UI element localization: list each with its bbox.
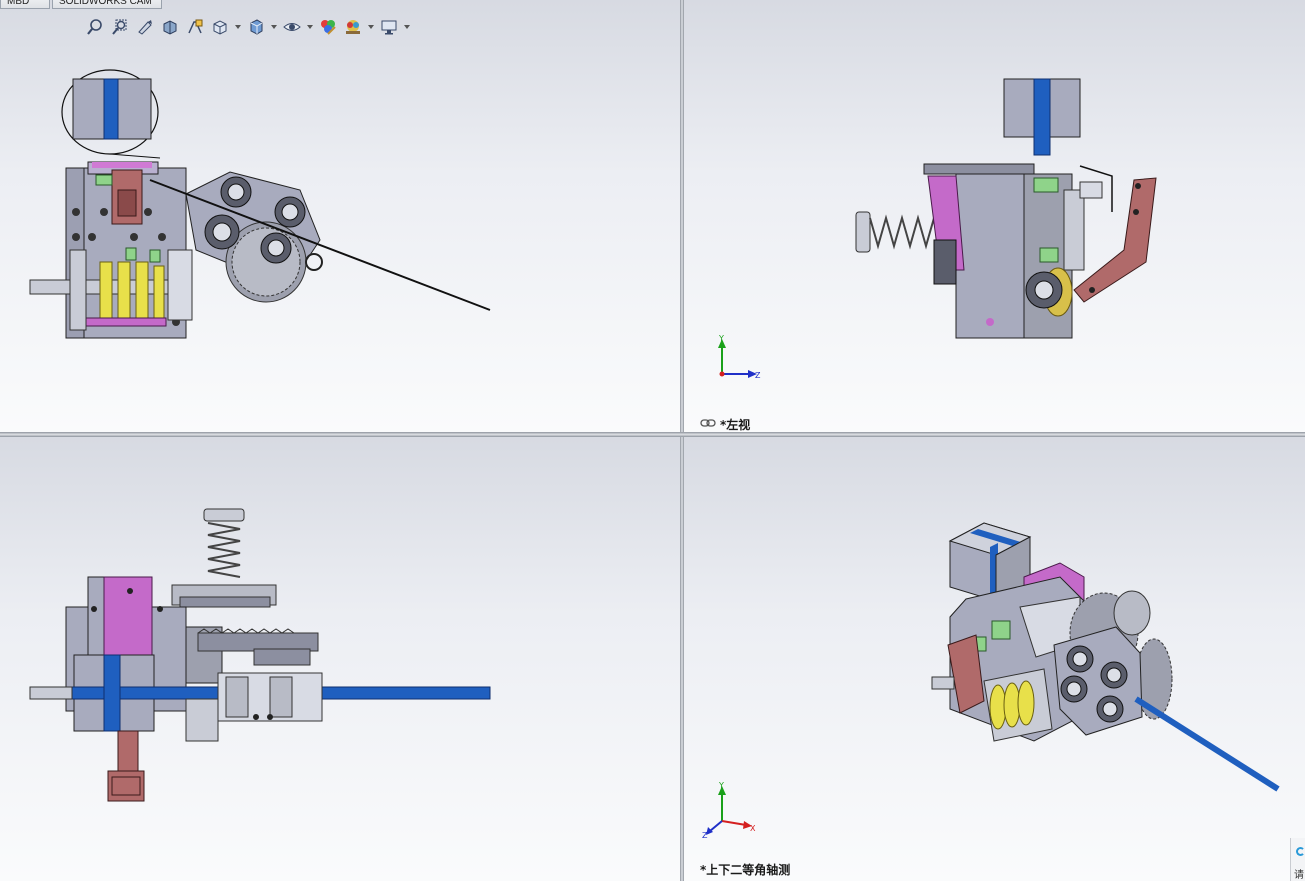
apply-scene-icon (346, 20, 360, 34)
axis-label-z: Z (702, 831, 708, 839)
axis-label-x: X (750, 824, 756, 833)
viewport-splitter-horizontal[interactable] (0, 432, 1305, 437)
view-orientation-dropdown[interactable] (234, 16, 242, 38)
chevron-down-icon (271, 25, 277, 29)
previous-view-icon (138, 20, 152, 35)
view-orientation-icon (213, 20, 227, 35)
triad-dimetric-view: Y X Z (702, 781, 756, 839)
model-top-view[interactable] (0, 437, 680, 881)
viewport-left[interactable]: Y Z (684, 0, 1305, 432)
display-style-icon (250, 19, 263, 35)
hide-show-items-icon (283, 23, 301, 31)
apply-scene-button[interactable] (342, 16, 364, 38)
camshaft (29, 249, 193, 331)
task-pane-corner-widget[interactable]: 请 (1290, 838, 1305, 881)
chevron-down-icon (404, 25, 410, 29)
chevron-down-icon (368, 25, 374, 29)
section-view-button[interactable] (159, 16, 181, 38)
display-style-dropdown[interactable] (270, 16, 278, 38)
viewport-dimetric[interactable]: Y X Z (684, 437, 1305, 881)
edit-appearance-icon (321, 20, 336, 35)
zoom-to-fit-icon (87, 19, 102, 35)
axis-label-z: Z (755, 371, 761, 380)
hide-show-items-button[interactable] (281, 16, 303, 38)
view-orientation-button[interactable] (209, 16, 231, 38)
hide-show-items-dropdown[interactable] (306, 16, 314, 38)
view-label-dimetric: *上下二等角轴测 (700, 863, 791, 877)
section-view-icon (163, 20, 177, 35)
detail-callout (61, 69, 161, 159)
top-spring (171, 508, 277, 608)
view-settings-dropdown[interactable] (403, 16, 411, 38)
apply-scene-dropdown[interactable] (367, 16, 375, 38)
model-dimetric-view[interactable] (684, 437, 1305, 881)
viewport-top[interactable] (0, 437, 680, 881)
spring-assembly (855, 211, 935, 253)
zoom-to-fit-button[interactable] (84, 16, 106, 38)
tab-solidworks-cam[interactable]: SOLIDWORKS CAM (52, 0, 162, 9)
shaft-top (29, 654, 491, 742)
previous-view-button[interactable] (134, 16, 156, 38)
refresh-icon (1296, 847, 1305, 856)
heads-up-view-toolbar (84, 16, 411, 38)
dynamic-annotation-button[interactable] (184, 16, 206, 38)
edit-appearance-button[interactable] (317, 16, 339, 38)
chevron-down-icon (235, 25, 241, 29)
axis-label-y: Y (718, 781, 724, 790)
view-settings-button[interactable] (378, 16, 400, 38)
tab-mbd[interactable]: MBD (0, 0, 50, 9)
model-left-view[interactable] (684, 0, 1305, 432)
dynamic-annotation-icon (188, 19, 203, 34)
display-style-button[interactable] (245, 16, 267, 38)
zoom-to-area-button[interactable] (109, 16, 131, 38)
link-views-icon[interactable] (700, 418, 716, 428)
viewport-front[interactable] (0, 0, 680, 432)
triad-left-view: Y Z (718, 334, 761, 380)
viewport-splitter-vertical[interactable] (680, 0, 684, 881)
zoom-to-area-icon (112, 19, 127, 35)
lower-arm-top (107, 730, 145, 802)
view-label-left: *左视 (720, 418, 751, 432)
bearing-linkage (149, 171, 491, 311)
view-settings-icon (381, 20, 397, 35)
corner-glyph: 请 (1294, 870, 1304, 881)
axis-label-y: Y (718, 334, 724, 343)
top-block (1003, 78, 1081, 156)
model-front-view[interactable] (0, 0, 680, 432)
chevron-down-icon (307, 25, 313, 29)
